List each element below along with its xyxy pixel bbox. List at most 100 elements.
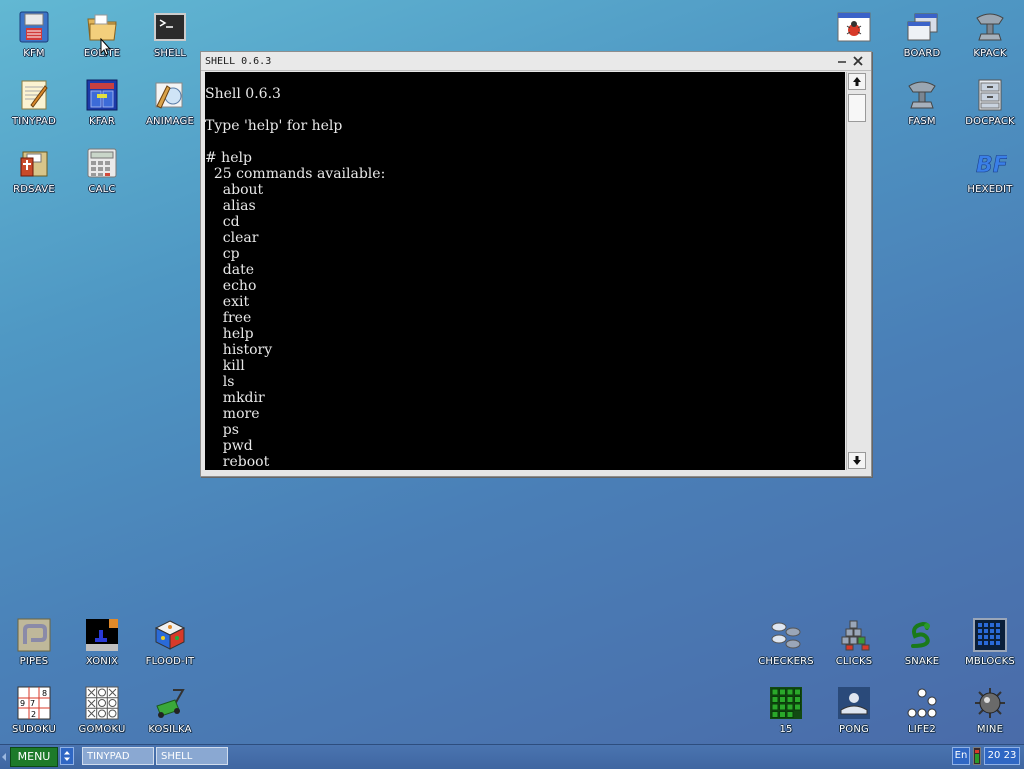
desktop-icon-label: LIFE2	[908, 724, 936, 735]
desktop-icon-kfar[interactable]: KFAR	[68, 70, 136, 134]
desktop-icon-label: PONG	[839, 724, 869, 735]
terminal-line: 25 commands available:	[205, 166, 386, 182]
desktop-icon-tinypad[interactable]: TINYPAD	[0, 70, 68, 134]
shell-window[interactable]: SHELL 0.6.3 Shell 0.6.3 Type 'help' for …	[200, 51, 872, 477]
terminal-line: ps	[205, 422, 239, 438]
scrollbar-thumb[interactable]	[848, 94, 866, 122]
desktop-icon-label: MINE	[976, 724, 1004, 735]
desktop-icon-kfm[interactable]: KFM	[0, 2, 68, 66]
terminal-icon	[153, 10, 187, 44]
terminal-line: Type 'help' for help	[205, 118, 343, 134]
pipes-icon	[17, 618, 51, 652]
close-button[interactable]	[851, 54, 865, 68]
desktop-icon-fasm[interactable]: FASM	[888, 70, 956, 134]
terminal-line: # help	[205, 150, 252, 166]
desktop-icon-eolite[interactable]: EOLITE	[68, 2, 136, 66]
svg-text:2: 2	[31, 710, 36, 719]
arrow-up-icon	[853, 77, 861, 86]
desktop-icon-pong[interactable]: PONG	[820, 678, 888, 742]
lawn-mower-icon	[153, 686, 187, 720]
notepad-icon	[17, 78, 51, 112]
terminal-line: clear	[205, 230, 259, 246]
svg-text:9: 9	[20, 699, 25, 708]
desktop-icon-checkers[interactable]: CHECKERS	[752, 610, 820, 674]
desktop-icon-label: SNAKE	[904, 656, 940, 667]
desktop-icon-label: MBLOCKS	[965, 656, 1015, 667]
task-button-tinypad[interactable]: TINYPAD	[82, 747, 154, 765]
game-of-life-icon	[905, 686, 939, 720]
desktop-icon-clicks[interactable]: CLICKS	[820, 610, 888, 674]
desktop-icon-flood-it[interactable]: FLOOD-IT	[136, 610, 204, 674]
snake-icon	[905, 618, 939, 652]
menu-button[interactable]: MENU	[10, 747, 58, 767]
desktop-icon-life2[interactable]: LIFE2	[888, 678, 956, 742]
desktop-icon-label: ANIMAGE	[145, 116, 195, 127]
sudoku-grid-icon: 8 9 7 2	[17, 686, 51, 720]
desktop-icon-kpack[interactable]: KPACK	[956, 2, 1024, 66]
windows-stack-icon	[905, 10, 939, 44]
desktop-icon-animage[interactable]: ANIMAGE	[136, 70, 204, 134]
desktop-icon-label: DOCPACK	[965, 116, 1015, 127]
switch-button[interactable]	[60, 747, 74, 765]
calculator-icon	[85, 146, 119, 180]
mine-icon	[973, 686, 1007, 720]
desktop-icon-15[interactable]: 15	[752, 678, 820, 742]
terminal-line: more	[205, 406, 260, 422]
desktop-icon-mblocks[interactable]: MBLOCKS	[956, 610, 1024, 674]
scroll-down-button[interactable]	[848, 452, 866, 469]
desktop-icon-label: TINYPAD	[12, 116, 56, 127]
desktop-icon-hexedit[interactable]: BF HEXEDIT	[956, 138, 1024, 202]
scroll-up-button[interactable]	[848, 73, 866, 90]
vertical-scrollbar[interactable]	[846, 72, 867, 470]
fifteen-puzzle-icon	[769, 686, 803, 720]
cabinet-icon	[973, 78, 1007, 112]
grid-blocks-icon	[973, 618, 1007, 652]
desktop-icon-label: HEXEDIT	[967, 184, 1013, 195]
desktop-icon-label: CHECKERS	[758, 656, 814, 667]
minimize-button[interactable]	[835, 54, 849, 68]
desktop-icon-pipes[interactable]: PIPES	[0, 610, 68, 674]
desktop-icon-kosilka[interactable]: KOSILKA	[136, 678, 204, 742]
task-button-shell[interactable]: SHELL	[156, 747, 228, 765]
window-title: SHELL 0.6.3	[205, 56, 272, 67]
terminal-line: kill	[205, 358, 245, 374]
desktop-icon-mine[interactable]: MINE	[956, 678, 1024, 742]
terminal-line: free	[205, 310, 252, 326]
desktop-icon-label: PIPES	[19, 656, 49, 667]
xonix-icon	[85, 618, 119, 652]
desktop-icon-calc[interactable]: CALC	[68, 138, 136, 202]
desktop-icon-label: SHELL	[153, 48, 187, 59]
desktop-icon-label: GOMOKU	[78, 724, 126, 735]
terminal-output[interactable]: Shell 0.6.3 Type 'help' for help # help …	[205, 72, 845, 470]
file-manager-icon	[85, 78, 119, 112]
desktop-icon-label: RDSAVE	[13, 184, 55, 195]
checkers-icon	[769, 618, 803, 652]
hex-editor-icon: BF	[973, 146, 1007, 180]
tic-tac-toe-icon	[85, 686, 119, 720]
desktop-icon-shell[interactable]: SHELL	[136, 2, 204, 66]
desktop-icon-label: XONIX	[85, 656, 119, 667]
mouse-cursor-icon	[100, 38, 112, 56]
window-titlebar[interactable]: SHELL 0.6.3	[201, 52, 871, 71]
desktop-icon-label: CALC	[88, 184, 116, 195]
terminal-line: help	[205, 326, 254, 342]
desktop-icon-docpack[interactable]: DOCPACK	[956, 70, 1024, 134]
terminal-line: reboot	[205, 454, 270, 470]
desktop-icon-windows[interactable]: BOARD	[888, 2, 956, 66]
desktop-icon-sudoku[interactable]: 8 9 7 2 SUDOKU	[0, 678, 68, 742]
taskbar-left-arrow-icon[interactable]	[1, 752, 7, 762]
terminal-line: exit	[205, 294, 250, 310]
taskbar: MENU TINYPAD SHELL En 20 23	[0, 744, 1024, 769]
blocks-stack-icon	[837, 618, 871, 652]
svg-text:7: 7	[30, 699, 35, 708]
desktop-icon-xonix[interactable]: XONIX	[68, 610, 136, 674]
desktop-icon-gomoku[interactable]: GOMOKU	[68, 678, 136, 742]
clock[interactable]: 20 23	[984, 747, 1020, 765]
image-editor-icon	[153, 78, 187, 112]
terminal-line: mkdir	[205, 390, 265, 406]
desktop-icon-snake[interactable]: SNAKE	[888, 610, 956, 674]
svg-text:BF: BF	[976, 153, 1007, 178]
desktop-icon-rdsave[interactable]: RDSAVE	[0, 138, 68, 202]
clock-minute: 23	[1003, 750, 1017, 761]
language-indicator[interactable]: En	[952, 747, 970, 765]
